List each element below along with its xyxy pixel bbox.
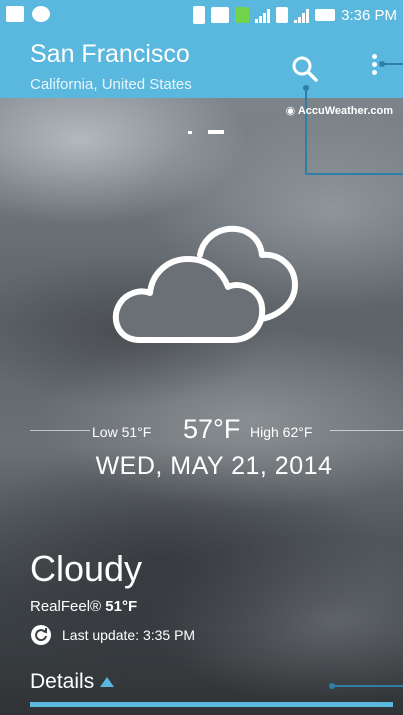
expand-arrow-icon bbox=[100, 677, 115, 687]
last-update-text: Last update: 3:35 PM bbox=[62, 627, 196, 643]
image-notification-icon bbox=[6, 6, 24, 22]
status-bar: 3:36 PM bbox=[0, 0, 403, 32]
sim-icon bbox=[276, 7, 289, 23]
city-name[interactable]: San Francisco bbox=[30, 40, 190, 69]
vibrate-icon bbox=[193, 6, 206, 24]
page-indicator bbox=[188, 130, 248, 136]
realfeel-label: RealFeel® bbox=[30, 598, 102, 615]
page-dot-1 bbox=[188, 131, 192, 134]
details-callout-line bbox=[332, 685, 403, 687]
realfeel: RealFeel® 51°F bbox=[30, 598, 137, 615]
search-callout-line-h bbox=[305, 173, 403, 175]
temperature-row: Low 51°F 57°F High 62°F bbox=[0, 408, 403, 448]
forecast-date: WED, MAY 21, 2014 bbox=[95, 452, 333, 480]
search-callout-dot bbox=[303, 85, 309, 91]
overflow-menu-button[interactable] bbox=[366, 52, 382, 84]
temp-divider-left bbox=[30, 430, 90, 431]
high-temperature: High 62°F bbox=[250, 424, 313, 440]
realfeel-value: 51°F bbox=[105, 598, 138, 615]
menu-callout-line bbox=[382, 63, 403, 65]
search-icon bbox=[292, 56, 318, 82]
provider-label[interactable]: ◉ AccuWeather.com bbox=[286, 104, 393, 117]
status-time: 3:36 PM bbox=[341, 6, 397, 24]
refresh-icon[interactable] bbox=[30, 624, 52, 646]
battery-icon bbox=[315, 9, 336, 21]
message-notification-icon bbox=[32, 6, 50, 22]
details-bar bbox=[30, 702, 393, 707]
signal-icon-2 bbox=[294, 7, 310, 23]
data-icon bbox=[235, 7, 250, 23]
details-callout-dot bbox=[329, 683, 335, 689]
3g-icon bbox=[211, 7, 230, 23]
app-bar: San Francisco California, United States bbox=[0, 32, 403, 98]
last-update-row: Last update: 3:35 PM bbox=[30, 624, 195, 646]
menu-callout-dot bbox=[379, 61, 385, 67]
low-temperature: Low 51°F bbox=[92, 424, 152, 440]
search-button[interactable] bbox=[290, 54, 320, 84]
temp-divider-right bbox=[330, 430, 403, 431]
page-dot-2 bbox=[208, 130, 224, 134]
current-temperature: 57°F bbox=[183, 414, 241, 444]
details-label: Details bbox=[30, 670, 95, 693]
weather-condition: Cloudy bbox=[30, 548, 143, 589]
region-name: California, United States bbox=[30, 76, 192, 93]
search-callout-line-v bbox=[305, 88, 307, 175]
weather-screen: 3:36 PM San Francisco California, United… bbox=[0, 0, 403, 715]
provider-text: AccuWeather.com bbox=[297, 105, 393, 117]
details-toggle[interactable]: Details bbox=[30, 670, 115, 694]
signal-icon bbox=[255, 7, 271, 23]
cloudy-icon bbox=[112, 225, 298, 343]
